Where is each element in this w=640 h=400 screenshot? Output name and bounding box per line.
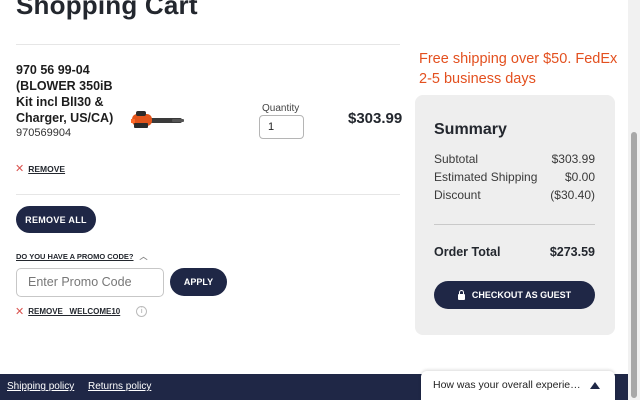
top-divider	[16, 44, 400, 45]
quantity-label: Quantity	[262, 103, 300, 114]
chevron-up-icon: ︿	[139, 252, 148, 261]
returns-policy-link[interactable]: Returns policy	[88, 381, 151, 392]
feedback-survey-tab[interactable]: How was your overall experien...	[421, 371, 615, 400]
checkout-as-guest-button[interactable]: CHECKOUT AS GUEST	[434, 281, 595, 309]
feedback-label: How was your overall experien...	[433, 379, 581, 391]
section-divider	[16, 194, 400, 195]
summary-row-value: $0.00	[564, 170, 595, 184]
cart-item-name[interactable]: 970 56 99-04 (BLOWER 350iB Kit incl BlI3…	[16, 62, 128, 126]
cart-item-sku: 970569904	[16, 127, 72, 139]
promo-toggle-label: DO YOU HAVE A PROMO CODE?	[16, 252, 134, 261]
order-total-row: Order Total $273.59	[434, 245, 595, 259]
order-total-label: Order Total	[434, 245, 501, 259]
summary-row-value: ($30.40)	[550, 188, 595, 202]
summary-title: Summary	[434, 121, 507, 138]
cart-item-price: $303.99	[348, 110, 403, 127]
close-icon: ✕	[15, 163, 25, 175]
expand-up-icon	[590, 382, 600, 389]
shipping-policy-link[interactable]: Shipping policy	[7, 381, 74, 392]
order-total-value: $273.59	[549, 245, 595, 259]
summary-divider	[434, 224, 595, 225]
summary-row-value: $303.99	[551, 152, 595, 166]
remove-item-label: REMOVE	[28, 164, 66, 174]
remove-promo-code-link[interactable]: ✕ REMOVE WELCOME10 i	[15, 305, 148, 318]
order-summary-panel: Summary Subtotal $303.99 Estimated Shipp…	[415, 95, 615, 335]
checkout-label: CHECKOUT AS GUEST	[471, 290, 572, 300]
quantity-input[interactable]: 1	[259, 115, 304, 139]
info-icon[interactable]: i	[136, 306, 148, 317]
summary-row-label: Estimated Shipping	[434, 170, 538, 184]
free-shipping-message: Free shipping over $50. FedEx 2-5 busine…	[419, 51, 618, 87]
close-icon: ✕	[15, 305, 25, 318]
leaf-blower-product-image[interactable]	[128, 108, 186, 132]
summary-row-label: Subtotal	[434, 152, 479, 166]
remove-all-button[interactable]: REMOVE ALL	[16, 206, 96, 233]
applied-promo-code-label: REMOVE WELCOME10	[28, 307, 121, 316]
summary-row-label: Discount	[434, 188, 481, 202]
promo-code-input[interactable]: Enter Promo Code	[16, 268, 164, 297]
summary-row-subtotal: Subtotal $303.99	[434, 152, 595, 166]
promo-code-toggle[interactable]: DO YOU HAVE A PROMO CODE? ︿	[16, 251, 148, 262]
summary-row-discount: Discount ($30.40)	[434, 188, 595, 202]
scrollbar-thumb[interactable]	[631, 132, 637, 398]
page-title: Shopping Cart	[16, 0, 198, 20]
apply-promo-button[interactable]: APPLY	[170, 268, 227, 296]
summary-row-shipping: Estimated Shipping $0.00	[434, 170, 595, 184]
lock-icon	[457, 289, 465, 300]
remove-item-link[interactable]: ✕ REMOVE	[15, 163, 66, 175]
